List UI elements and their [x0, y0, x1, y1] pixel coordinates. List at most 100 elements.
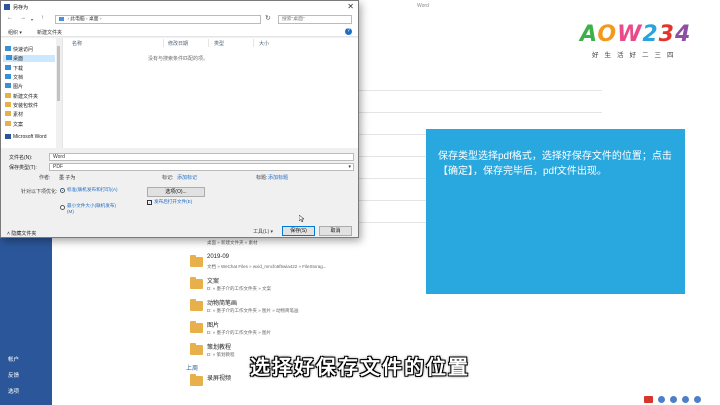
filename-input[interactable]: Word: [49, 153, 354, 161]
folder-name: 动物简笔画: [207, 301, 238, 307]
folder-icon: [5, 93, 11, 98]
computer-icon: [59, 16, 64, 21]
filetype-select[interactable]: PDF ▾: [49, 163, 354, 171]
close-icon[interactable]: ✕: [347, 2, 354, 11]
notification-icon[interactable]: [694, 396, 701, 403]
filename-label: 文件名(N):: [9, 155, 33, 161]
back-arrow-icon[interactable]: ←: [7, 15, 13, 21]
authors-label: 作者:: [39, 175, 51, 181]
open-after-publish-checkbox[interactable]: ✓: [147, 200, 152, 205]
title-value[interactable]: 添加标题: [268, 174, 288, 181]
save-as-dialog: 另存为 ✕ ← → ▾ ↑ › 此电脑 › 桌面 › ↻ 搜索"桌面" 组织 ▾…: [0, 0, 359, 238]
file-list: 名称 修改日期 类型 大小 没有与搜索条件匹配的项。: [62, 38, 358, 148]
option-standard-label[interactable]: 标准(联机发布和打印)(A): [67, 187, 119, 193]
brand-logo: AOW234 好生活好二三四: [580, 22, 700, 62]
authors-value[interactable]: 墨 子为: [59, 174, 75, 181]
recent-folder-item[interactable]: 动物简笔画 D: » 墨子介的工作文件夹 » 图片 » 动物简笔画: [187, 297, 587, 321]
folder-icon: [5, 111, 11, 116]
column-header-date[interactable]: 修改日期: [168, 40, 188, 47]
help-icon[interactable]: ?: [345, 28, 352, 35]
radio-standard[interactable]: [60, 188, 65, 193]
breadcrumb-desktop[interactable]: 桌面: [89, 17, 99, 22]
filetype-label: 保存类型(T):: [9, 165, 37, 171]
folder-icon: [5, 121, 11, 126]
column-divider[interactable]: [253, 39, 254, 47]
title-label: 标题:: [256, 175, 268, 181]
address-row: ← → ▾ ↑ › 此电脑 › 桌面 › ↻ 搜索"桌面": [1, 13, 358, 26]
volume-icon[interactable]: [682, 396, 689, 403]
column-header-type[interactable]: 类型: [214, 40, 224, 47]
window-title-fragment: Word: [417, 3, 429, 9]
folder-icon: [5, 102, 11, 107]
save-button[interactable]: 保存(S): [282, 226, 315, 236]
forward-arrow-icon[interactable]: →: [20, 15, 26, 21]
refresh-icon[interactable]: ↻: [265, 14, 271, 22]
word-app-icon: [4, 4, 10, 10]
tags-label: 标记:: [162, 175, 174, 181]
nav-item-downloads[interactable]: 下载: [5, 65, 23, 72]
nav-item-quick-access[interactable]: 快速访问: [5, 46, 33, 53]
organize-menu-button[interactable]: 组织 ▾: [8, 29, 22, 36]
nav-item-new-folder[interactable]: 新建文件夹: [5, 93, 38, 100]
search-input[interactable]: 搜索"桌面": [278, 15, 352, 24]
folder-name: 文案: [207, 279, 220, 285]
column-header-size[interactable]: 大小: [259, 40, 269, 47]
dialog-title: 另存为: [13, 5, 29, 11]
chevron-down-icon: ▾: [348, 164, 351, 170]
nav-item-documents[interactable]: 文档: [5, 74, 23, 81]
cancel-button[interactable]: 取消: [319, 226, 352, 236]
star-icon: [5, 46, 11, 51]
nav-scrollbar[interactable]: [56, 38, 61, 148]
download-icon: [5, 65, 11, 70]
system-tray: [640, 394, 720, 405]
radio-minimum[interactable]: [60, 205, 65, 210]
scrollbar-thumb[interactable]: [57, 46, 60, 101]
column-divider[interactable]: [208, 39, 209, 47]
options-button[interactable]: 选项(O)...: [147, 187, 205, 197]
nav-item-pictures[interactable]: 图片: [5, 83, 23, 90]
input-method-icon[interactable]: [658, 396, 665, 403]
folder-icon: [190, 299, 203, 311]
folder-path: D: » 墨子介的工作文件夹 » 文案: [207, 286, 272, 291]
app-tray-icon[interactable]: [644, 396, 653, 403]
dialog-toolbar: 组织 ▾ 新建文件夹 ?: [1, 26, 358, 37]
hide-folders-toggle[interactable]: ˄ 隐藏文件夹: [7, 230, 36, 237]
folder-name: 策划教程: [207, 345, 232, 351]
folder-icon: [190, 255, 203, 267]
instruction-callout: 保存类型选择pdf格式，选择好保存文件的位置；点击【确定】，保存完毕后，pdf文…: [426, 129, 685, 294]
option-minimum-label[interactable]: 最小文件大小(联机发布)(M): [67, 203, 119, 215]
empty-folder-message: 没有与搜索条件匹配的项。: [147, 56, 208, 62]
nav-item-desktop[interactable]: 桌面: [3, 55, 55, 62]
logo-tagline: 好生活好二三四: [592, 52, 680, 59]
nav-item-installers[interactable]: 安装包软件: [5, 102, 38, 109]
up-arrow-icon[interactable]: ↑: [41, 15, 44, 21]
mouse-cursor-icon: [298, 214, 305, 223]
folder-name: 2019-09: [207, 254, 230, 260]
folder-path: D: » 墨子介的工作文件夹 » 图片: [207, 330, 272, 335]
network-icon[interactable]: [670, 396, 677, 403]
nav-item-microsoft-word[interactable]: Microsoft Word: [5, 134, 47, 140]
rail-item-options[interactable]: 选项: [8, 387, 19, 395]
dialog-titlebar[interactable]: 另存为 ✕: [1, 1, 358, 13]
breadcrumb-this-pc[interactable]: 此电脑: [70, 17, 84, 22]
tags-value[interactable]: 添加标记: [177, 174, 197, 181]
new-folder-button[interactable]: 新建文件夹: [37, 29, 62, 36]
column-header-name[interactable]: 名称: [72, 40, 82, 47]
logo-wordmark: AOW234: [580, 22, 692, 47]
folder-name: 图片: [207, 323, 220, 329]
folder-path: D: » 墨子介的工作文件夹 » 图片 » 动物简笔画: [207, 308, 299, 313]
folder-path: 桌面 » 新建文件夹 » 素材: [207, 240, 258, 245]
recent-folder-item[interactable]: 图片 D: » 墨子介的工作文件夹 » 图片: [187, 319, 587, 343]
word-icon: [5, 134, 11, 139]
navigation-pane: 快速访问 桌面 下载 文档 图片 新建文件夹 安装包软件 素材 文案 Micro…: [1, 38, 61, 148]
nav-item-copy[interactable]: 文案: [5, 121, 23, 128]
desktop-icon: [6, 55, 12, 60]
column-divider[interactable]: [163, 39, 164, 47]
optimize-label: 针对以下项优化:: [21, 189, 58, 195]
document-icon: [5, 74, 11, 79]
address-bar[interactable]: › 此电脑 › 桌面 ›: [55, 15, 261, 24]
nav-item-materials[interactable]: 素材: [5, 111, 23, 118]
tools-menu-button[interactable]: 工具(L) ▾: [253, 228, 273, 235]
open-after-publish-label[interactable]: 发布后打开文件(E): [154, 199, 192, 205]
recent-locations-chevron-icon[interactable]: ▾: [31, 17, 33, 22]
